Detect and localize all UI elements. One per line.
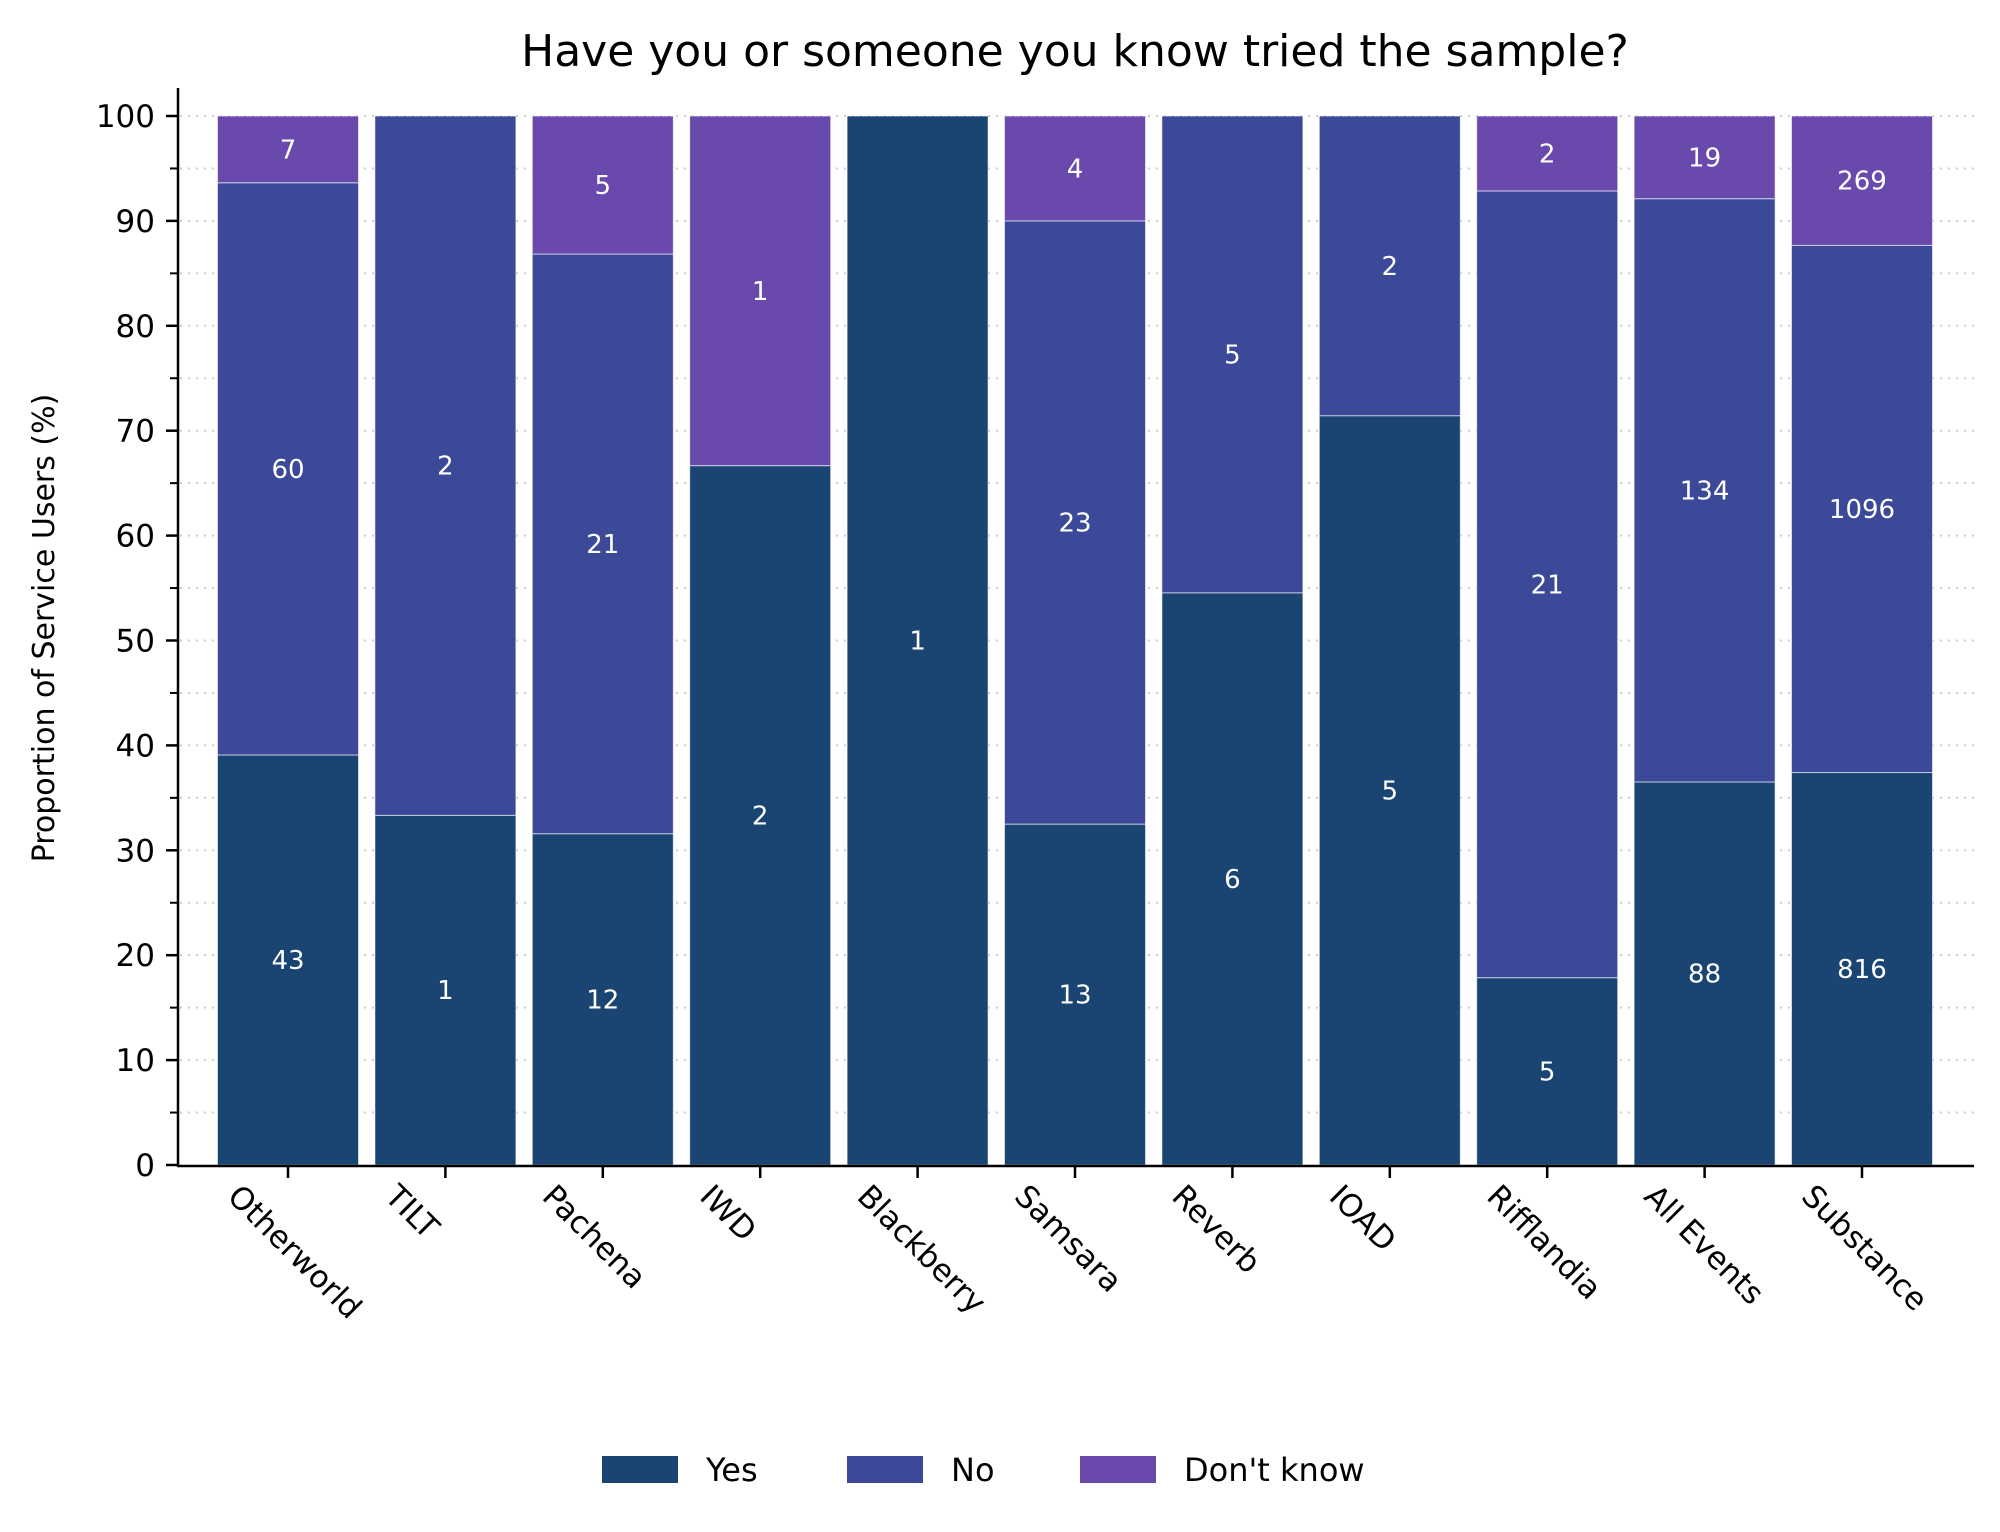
data-label: 269 xyxy=(1837,167,1887,197)
x-tick-label: Reverb xyxy=(1165,1178,1268,1281)
x-tick-label: TILT xyxy=(377,1177,446,1246)
data-label: 5 xyxy=(1224,340,1241,370)
x-ticks: Otherworld TILT Pachena IWD Blackberry Samsar… xyxy=(220,1166,1934,1326)
legend-label: Don't know xyxy=(1184,1451,1365,1489)
data-label: 88 xyxy=(1688,959,1721,989)
legend-swatch xyxy=(1080,1456,1156,1483)
data-label: 2 xyxy=(1382,252,1399,282)
y-tick-label: 30 xyxy=(116,833,155,869)
data-label: 2 xyxy=(1539,139,1556,169)
data-label: 1096 xyxy=(1829,495,1895,525)
x-tick-label: Rifflandia xyxy=(1480,1178,1609,1307)
y-tick-label: 70 xyxy=(116,414,155,450)
x-tick-label: Otherworld xyxy=(220,1178,368,1326)
data-label: 23 xyxy=(1058,508,1091,538)
data-label: 816 xyxy=(1837,955,1887,985)
x-tick-label: IWD xyxy=(693,1178,763,1248)
data-label: 5 xyxy=(1539,1057,1556,1087)
legend-swatch xyxy=(847,1456,923,1483)
data-label: 43 xyxy=(271,946,304,976)
y-tick-label: 80 xyxy=(116,309,155,345)
y-tick-label: 90 xyxy=(116,204,155,240)
x-tick-label: All Events xyxy=(1637,1178,1771,1312)
data-label: 2 xyxy=(437,452,454,482)
y-ticks: 0 10 20 30 40 50 60 70 80 90 100 xyxy=(96,99,178,1184)
data-label: 1 xyxy=(437,976,454,1006)
y-tick-label: 0 xyxy=(135,1148,155,1184)
data-label: 2 xyxy=(752,801,769,831)
legend-label: Yes xyxy=(705,1451,758,1489)
x-tick-label: Substance xyxy=(1794,1178,1934,1318)
data-label: 60 xyxy=(271,455,304,485)
data-label: 134 xyxy=(1680,476,1730,506)
x-tick-label: IOAD xyxy=(1322,1178,1403,1259)
chart-title: Have you or someone you know tried the s… xyxy=(521,26,1629,77)
data-label: 12 xyxy=(586,985,619,1015)
y-axis-label: Proportion of Service Users (%) xyxy=(27,394,62,863)
x-tick-label: Blackberry xyxy=(850,1178,993,1321)
data-label: 7 xyxy=(280,135,297,165)
y-tick-label: 50 xyxy=(116,624,155,660)
x-tick-label: Pachena xyxy=(535,1178,653,1296)
data-label: 19 xyxy=(1688,143,1721,173)
y-tick-label: 100 xyxy=(96,99,155,135)
legend-swatch xyxy=(602,1456,678,1483)
legend-label: No xyxy=(951,1451,995,1489)
data-label: 4 xyxy=(1067,154,1084,184)
y-tick-label: 10 xyxy=(116,1043,155,1079)
y-tick-label: 60 xyxy=(116,519,155,555)
y-tick-label: 40 xyxy=(116,728,155,764)
stacked-bar-chart: Have you or someone you know tried the s… xyxy=(27,26,1974,1489)
legend: Yes No Don't know xyxy=(602,1451,1365,1489)
data-label: 5 xyxy=(595,171,612,201)
data-label: 1 xyxy=(909,627,926,657)
x-tick-label: Samsara xyxy=(1007,1178,1128,1299)
y-tick-label: 20 xyxy=(116,938,155,974)
data-label: 13 xyxy=(1058,981,1091,1011)
data-label: 21 xyxy=(1531,570,1564,600)
data-label: 5 xyxy=(1382,776,1399,806)
data-label: 6 xyxy=(1224,865,1241,895)
data-label: 21 xyxy=(586,530,619,560)
data-label: 1 xyxy=(752,277,769,307)
